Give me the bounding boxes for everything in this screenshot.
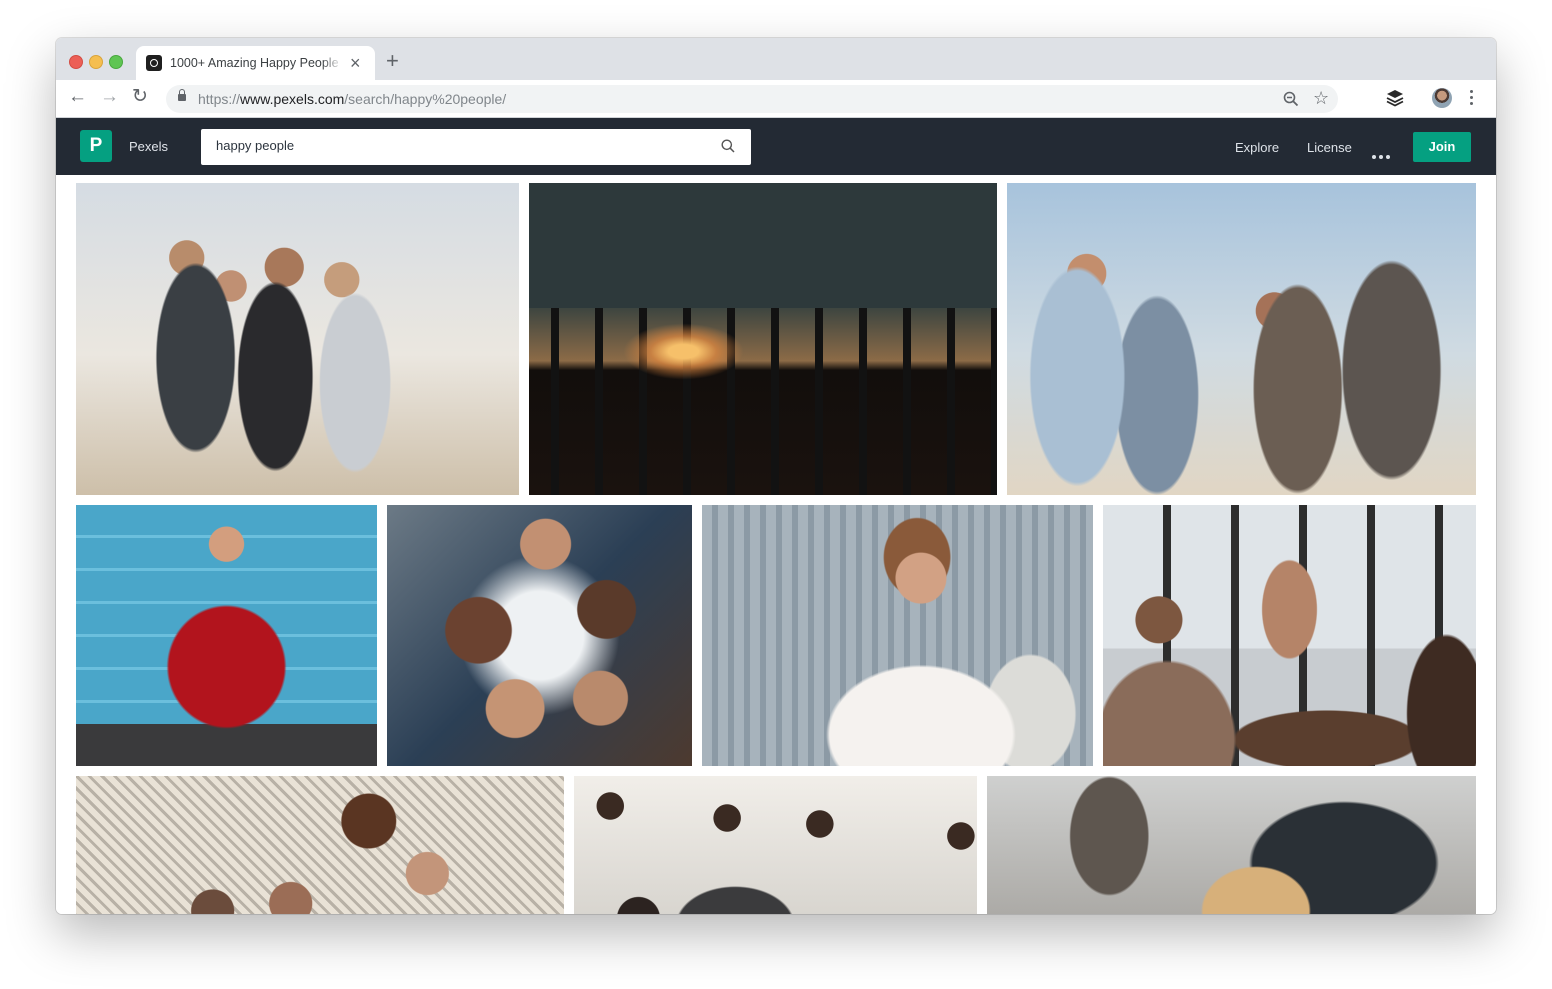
tab-title: 1000+ Amazing Happy People [170, 56, 342, 70]
photo-tile[interactable] [1007, 183, 1476, 495]
address-bar[interactable]: https://www.pexels.com/search/happy%20pe… [166, 85, 1338, 113]
photo-tile[interactable] [574, 776, 977, 914]
pexels-logo-icon[interactable]: P [80, 130, 112, 162]
search-icon[interactable] [721, 139, 735, 153]
join-button[interactable]: Join [1413, 132, 1471, 162]
layers-icon[interactable] [1386, 89, 1404, 107]
reload-icon[interactable]: ↻ [132, 86, 148, 108]
photo-tile[interactable] [987, 776, 1476, 914]
tab-strip: 1000+ Amazing Happy People × + [56, 38, 1496, 80]
minimize-window-button[interactable] [89, 55, 103, 69]
nav-explore[interactable]: Explore [1235, 140, 1279, 155]
photo-tile[interactable] [387, 505, 692, 766]
photo-tile[interactable] [76, 183, 519, 495]
site-header: P Pexels Explore License Join [56, 118, 1496, 175]
url-text[interactable]: https://www.pexels.com/search/happy%20pe… [198, 91, 506, 107]
close-window-button[interactable] [69, 55, 83, 69]
star-icon[interactable]: ☆ [1313, 88, 1329, 109]
camera-icon [146, 55, 162, 71]
photo-tile[interactable] [529, 183, 997, 495]
close-tab-icon[interactable]: × [350, 53, 361, 73]
photo-tile[interactable] [702, 505, 1093, 766]
new-tab-icon[interactable]: + [386, 50, 399, 72]
browser-window: 1000+ Amazing Happy People × + ← → ↻ htt… [56, 38, 1496, 914]
photo-tile[interactable] [76, 776, 564, 914]
browser-tab[interactable]: 1000+ Amazing Happy People × [136, 46, 375, 80]
maximize-window-button[interactable] [109, 55, 123, 69]
search-input[interactable] [216, 138, 706, 153]
search-bar [201, 129, 751, 165]
photo-tile[interactable] [76, 505, 377, 766]
page-content: P Pexels Explore License Join [56, 118, 1496, 914]
browser-menu-icon[interactable] [1470, 90, 1474, 108]
back-icon[interactable]: ← [68, 86, 87, 108]
nav-license[interactable]: License [1307, 140, 1352, 155]
browser-toolbar: ← → ↻ https://www.pexels.com/search/happ… [56, 80, 1496, 118]
forward-icon[interactable]: → [100, 86, 119, 108]
zoom-icon[interactable] [1283, 91, 1299, 107]
photo-tile[interactable] [1103, 505, 1476, 766]
brand-name[interactable]: Pexels [129, 139, 168, 154]
avatar[interactable] [1432, 88, 1452, 108]
more-menu-icon[interactable] [1372, 146, 1393, 164]
lock-icon [178, 89, 186, 101]
